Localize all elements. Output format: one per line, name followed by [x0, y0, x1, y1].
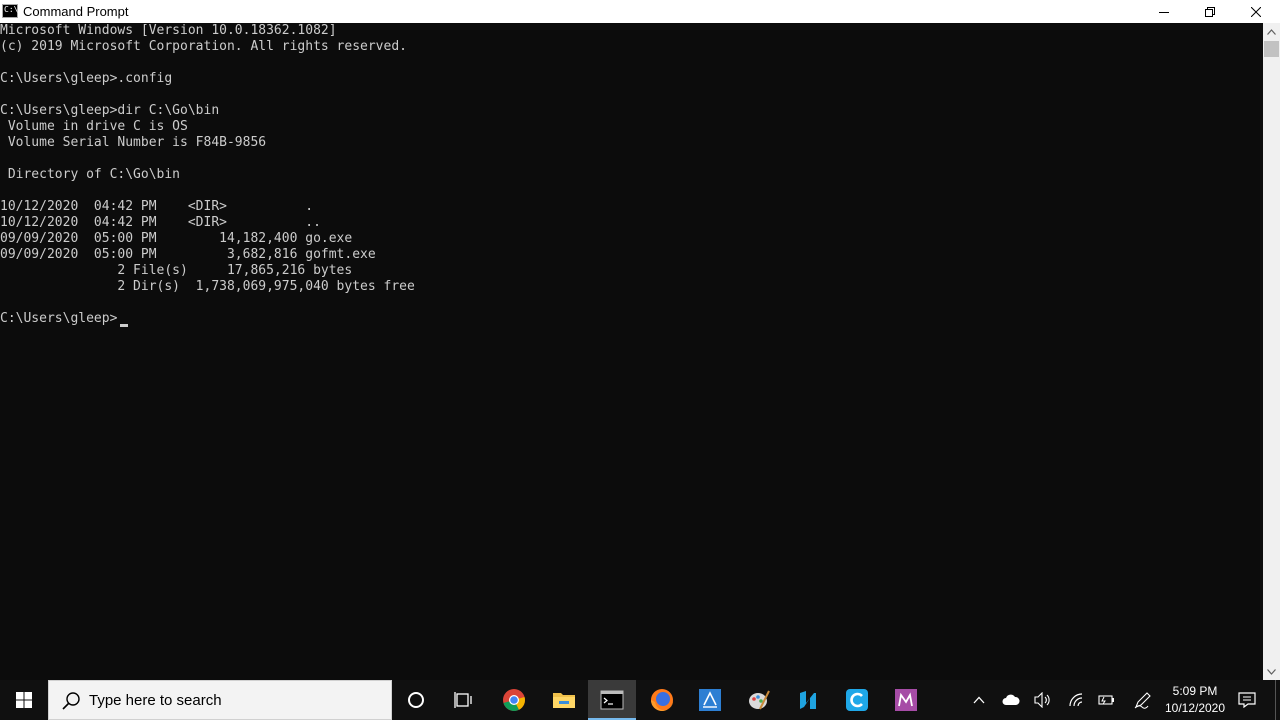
app-blue-icon	[699, 689, 721, 711]
search-placeholder: Type here to search	[89, 692, 222, 709]
minimize-icon	[1159, 11, 1169, 13]
console-line: C:\Users\gleep>dir C:\Go\bin	[0, 103, 220, 118]
speaker-icon	[1034, 692, 1050, 708]
taskbar-paint[interactable]	[735, 680, 783, 720]
vertical-scrollbar[interactable]	[1263, 23, 1280, 680]
console-line: Volume Serial Number is F84B-9856	[0, 135, 267, 150]
close-button[interactable]	[1233, 0, 1279, 23]
network-button[interactable]	[1063, 680, 1089, 720]
console-line: Volume in drive C is OS	[0, 119, 188, 134]
scroll-up-button[interactable]	[1263, 23, 1280, 40]
task-view-icon	[454, 692, 472, 708]
window-title: Command Prompt	[23, 4, 129, 19]
battery-icon	[1098, 695, 1114, 705]
console-line: C:\Users\gleep>.config	[0, 71, 173, 86]
app-m-icon	[895, 689, 917, 711]
minimize-button[interactable]	[1141, 0, 1187, 23]
file-explorer-icon	[553, 693, 575, 708]
battery-button[interactable]	[1094, 680, 1120, 720]
cortana-icon	[408, 692, 424, 708]
task-view-button[interactable]	[440, 680, 488, 720]
volume-button[interactable]	[1030, 680, 1056, 720]
console-output[interactable]: Microsoft Windows [Version 10.0.18362.10…	[0, 23, 1263, 680]
show-desktop-button[interactable]	[1275, 680, 1280, 720]
chrome-icon	[503, 689, 525, 711]
close-icon	[1251, 6, 1261, 17]
console-line: 10/12/2020 04:42 PM <DIR> .	[0, 199, 314, 214]
console-line: Directory of C:\Go\bin	[0, 167, 181, 182]
console-line: 2 Dir(s) 1,738,069,975,040 bytes free	[0, 279, 415, 294]
scroll-down-button[interactable]	[1263, 663, 1280, 680]
taskbar-app-c[interactable]	[833, 680, 881, 720]
taskbar-app-blue[interactable]	[686, 680, 734, 720]
show-hidden-icons-button[interactable]	[966, 680, 992, 720]
console-line: 09/09/2020 05:00 PM 3,682,816 gofmt.exe	[0, 247, 376, 262]
console-line: 2 File(s) 17,865,216 bytes	[0, 263, 353, 278]
onedrive-button[interactable]	[998, 680, 1024, 720]
taskbar-command-prompt[interactable]	[588, 680, 636, 720]
text-cursor	[120, 324, 128, 327]
windows-logo-icon	[16, 692, 32, 708]
command-prompt-window: C:\ Command Prompt Microsoft Windows [Ve…	[0, 0, 1280, 680]
clock-date: 10/12/2020	[1164, 701, 1226, 715]
firefox-icon	[651, 689, 674, 711]
notification-icon	[1238, 692, 1256, 708]
taskbar-clock[interactable]: 5:09 PM 10/12/2020	[1160, 680, 1230, 720]
console-line: Microsoft Windows [Version 10.0.18362.10…	[0, 23, 337, 38]
pen-icon	[1134, 692, 1151, 709]
command-prompt-icon	[600, 690, 624, 710]
chevron-up-icon	[973, 696, 985, 704]
scroll-thumb[interactable]	[1264, 41, 1279, 57]
search-icon	[62, 692, 80, 710]
console-line: 10/12/2020 04:42 PM <DIR> ..	[0, 215, 321, 230]
restore-button[interactable]	[1187, 0, 1233, 23]
taskbar-file-explorer[interactable]	[540, 680, 588, 720]
start-button[interactable]	[0, 680, 48, 720]
cloud-icon	[1002, 694, 1020, 705]
prompt-line: C:\Users\gleep>	[0, 311, 118, 326]
command-prompt-icon: C:\	[2, 4, 18, 18]
restore-icon	[1205, 6, 1215, 17]
console-line: (c) 2019 Microsoft Corporation. All righ…	[0, 39, 407, 54]
wifi-icon	[1069, 693, 1083, 707]
taskbar-chrome[interactable]	[490, 680, 538, 720]
cortana-button[interactable]	[392, 680, 440, 720]
paint-icon	[749, 690, 770, 710]
app-c-icon	[846, 689, 868, 711]
title-bar[interactable]: C:\ Command Prompt	[0, 0, 1280, 23]
app-n-icon	[800, 691, 816, 709]
action-center-button[interactable]	[1234, 680, 1260, 720]
taskbar-app-m[interactable]	[882, 680, 930, 720]
windows-ink-button[interactable]	[1130, 680, 1156, 720]
taskbar-app-n[interactable]	[784, 680, 832, 720]
chevron-up-icon	[1267, 28, 1276, 35]
chevron-down-icon	[1267, 668, 1276, 675]
taskbar-firefox[interactable]	[638, 680, 686, 720]
clock-time: 5:09 PM	[1172, 684, 1218, 698]
console-line: 09/09/2020 05:00 PM 14,182,400 go.exe	[0, 231, 353, 246]
taskbar-search-box[interactable]: Type here to search	[48, 680, 392, 720]
taskbar: Type here to search 5:09 PM 10/12/2020	[0, 680, 1280, 720]
